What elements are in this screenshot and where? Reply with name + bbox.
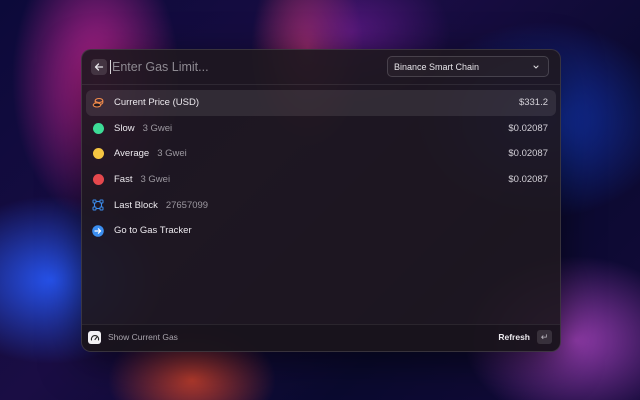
item-subtitle: 3 Gwei — [157, 148, 187, 160]
search-bar: Binance Smart Chain — [82, 50, 560, 85]
list-item-gas-tracker[interactable]: Go to Gas Tracker — [86, 218, 556, 244]
network-selected-label: Binance Smart Chain — [394, 61, 480, 72]
enter-key-icon[interactable]: ↵ — [537, 330, 552, 344]
chevron-down-icon — [533, 64, 539, 69]
footer-command-label: Show Current Gas — [108, 332, 178, 342]
refresh-action-button[interactable]: Refresh — [498, 332, 530, 342]
result-list: Current Price (USD) $331.2 Slow 3 Gwei $… — [86, 90, 556, 244]
item-subtitle: 3 Gwei — [142, 122, 173, 134]
item-title: Fast — [114, 174, 133, 186]
item-accessory: $331.2 — [518, 97, 548, 109]
item-title: Current Price (USD) — [114, 97, 199, 109]
item-accessory: $0.02087 — [508, 122, 548, 134]
list-item-last-block[interactable]: Last Block 27657099 — [86, 192, 556, 218]
action-footer: Show Current Gas Refresh ↵ — [82, 324, 560, 351]
list-item-average[interactable]: Average 3 Gwei $0.02087 — [86, 141, 556, 167]
item-accessory: $0.02087 — [508, 174, 548, 186]
desktop-wallpaper: Binance Smart Chain Current Price (USD) … — [0, 0, 640, 400]
list-item-fast[interactable]: Fast 3 Gwei $0.02087 — [86, 167, 556, 193]
back-button[interactable] — [91, 59, 107, 75]
launcher-window: Binance Smart Chain Current Price (USD) … — [81, 49, 561, 352]
item-title: Average — [114, 148, 150, 160]
gas-limit-input[interactable] — [112, 57, 372, 77]
item-subtitle: 27657099 — [165, 199, 209, 211]
list-item-current-price[interactable]: Current Price (USD) $331.2 — [86, 90, 556, 116]
arrow-right-circle-icon — [92, 224, 104, 237]
item-title: Go to Gas Tracker — [114, 225, 192, 237]
item-accessory: $0.02087 — [508, 148, 548, 160]
coins-icon — [92, 97, 104, 109]
block-icon — [92, 199, 104, 211]
extension-gauge-icon — [88, 331, 101, 344]
item-title: Last Block — [114, 199, 158, 211]
network-dropdown[interactable]: Binance Smart Chain — [387, 56, 549, 77]
circle-icon — [92, 148, 104, 160]
item-title: Slow — [114, 122, 135, 134]
arrow-left-icon — [94, 63, 104, 71]
text-caret — [110, 60, 111, 74]
circle-icon — [92, 122, 104, 134]
list-item-slow[interactable]: Slow 3 Gwei $0.02087 — [86, 116, 556, 142]
item-subtitle: 3 Gwei — [140, 174, 171, 186]
circle-icon — [92, 174, 104, 186]
